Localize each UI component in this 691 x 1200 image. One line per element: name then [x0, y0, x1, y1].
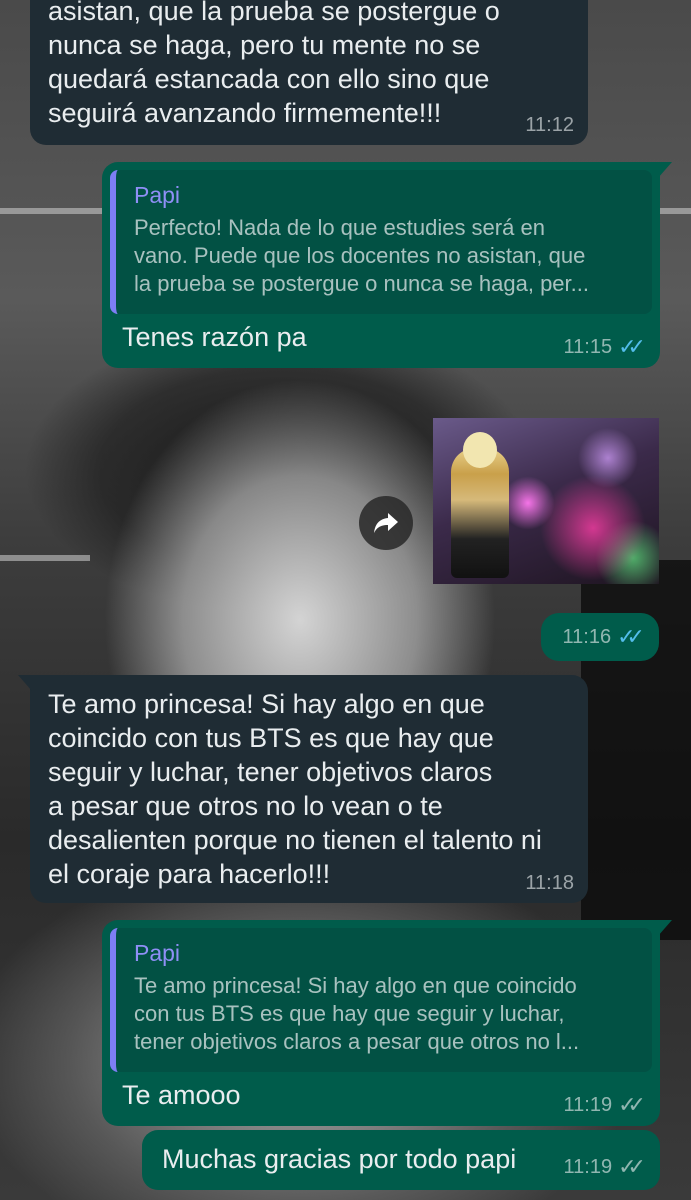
message-text: Muchas gracias por todo papi	[162, 1144, 517, 1174]
message-meta: 11:16 ✓✓	[563, 624, 645, 650]
quoted-line: la prueba se postergue o nunca se haga, …	[134, 271, 589, 296]
gif-figure-head	[463, 432, 497, 468]
quoted-line: Te amo princesa! Si hay algo en que coin…	[134, 973, 577, 998]
quoted-message[interactable]: Papi Perfecto! Nada de lo que estudies s…	[110, 170, 652, 314]
message-line: el coraje para hacerlo!!!	[48, 859, 331, 889]
gif-thumbnail[interactable]	[433, 418, 659, 584]
quoted-text: Te amo princesa! Si hay algo en que coin…	[134, 972, 638, 1056]
incoming-message[interactable]: Te amo princesa! Si hay algo en que coin…	[18, 675, 588, 903]
message-time: 11:19	[563, 1093, 613, 1116]
double-check-icon: ✓✓	[617, 624, 645, 649]
wallpaper-detail	[0, 555, 90, 561]
message-time: 11:15	[563, 335, 613, 358]
message-text: Te amooo	[122, 1080, 241, 1110]
message-line: seguir y luchar, tener objetivos claros	[48, 757, 493, 787]
bubble-tail	[658, 920, 672, 936]
message-text: Tenes razón pa	[122, 322, 307, 352]
message-time: 11:12	[525, 114, 574, 136]
double-check-icon: ✓✓	[618, 1154, 646, 1179]
incoming-message[interactable]: asistan, que la prueba se postergue o nu…	[30, 0, 588, 145]
outgoing-message[interactable]: Muchas gracias por todo papi 11:19 ✓✓	[142, 1130, 660, 1190]
quoted-author: Papi	[134, 940, 181, 966]
message-line: nunca se haga, pero tu mente no se	[48, 30, 481, 60]
message-meta: 11:15 ✓✓	[564, 334, 646, 360]
outgoing-reply-message[interactable]: Papi Te amo princesa! Si hay algo en que…	[102, 920, 672, 1126]
bubble-tail	[18, 675, 32, 691]
message-meta: 11:19 ✓✓	[564, 1092, 646, 1118]
quoted-line: tener objetivos claros a pesar que otros…	[134, 1029, 580, 1054]
message-meta: 11:19 ✓✓	[564, 1154, 646, 1180]
message-meta: 11:12	[525, 114, 574, 137]
media-status-chip: 11:16 ✓✓	[541, 613, 659, 661]
message-time: 11:16	[562, 625, 612, 648]
message-line: Te amo princesa! Si hay algo en que	[48, 689, 485, 719]
message-line: asistan, que la prueba se postergue o	[48, 0, 500, 26]
message-text: Te amo princesa! Si hay algo en que coin…	[48, 687, 542, 891]
quoted-author: Papi	[134, 182, 181, 208]
message-meta: 11:18	[525, 872, 574, 895]
message-text: asistan, que la prueba se postergue o nu…	[48, 0, 500, 130]
bubble-tail	[658, 162, 672, 178]
quoted-line: con tus BTS es que hay que seguir y luch…	[134, 1001, 565, 1026]
message-line: desalienten porque no tienen el talento …	[48, 825, 542, 855]
outgoing-reply-message[interactable]: Papi Perfecto! Nada de lo que estudies s…	[102, 162, 672, 368]
quoted-text: Perfecto! Nada de lo que estudies será e…	[134, 214, 638, 298]
quoted-message[interactable]: Papi Te amo princesa! Si hay algo en que…	[110, 928, 652, 1072]
message-time: 11:19	[563, 1155, 613, 1178]
double-check-icon: ✓✓	[618, 334, 646, 359]
message-time: 11:18	[525, 872, 574, 894]
message-line: a pesar que otros no lo vean o te	[48, 791, 443, 821]
quoted-line: vano. Puede que los docentes no asistan,…	[134, 243, 586, 268]
message-line: coincido con tus BTS es que hay que	[48, 723, 494, 753]
message-line: quedará estancada con ello sino que	[48, 64, 490, 94]
forward-button[interactable]	[359, 496, 413, 550]
forward-arrow-icon	[374, 513, 398, 533]
double-check-icon: ✓✓	[618, 1092, 646, 1117]
message-line: seguirá avanzando firmemente!!!	[48, 98, 442, 128]
quoted-line: Perfecto! Nada de lo que estudies será e…	[134, 215, 545, 240]
